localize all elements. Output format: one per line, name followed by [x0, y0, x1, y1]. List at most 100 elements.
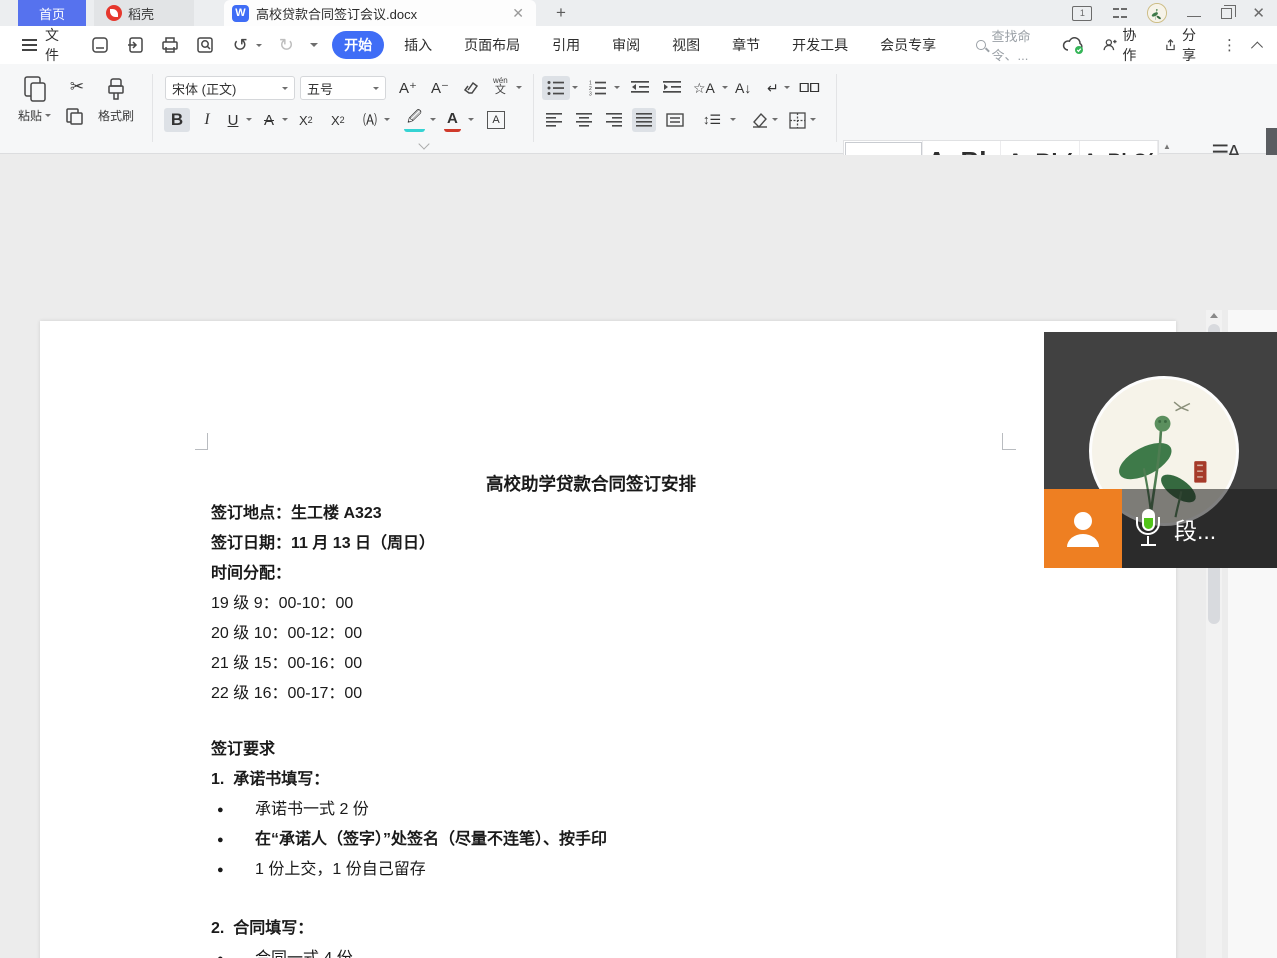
customize-toolbar-icon[interactable]: [310, 43, 318, 47]
line-spacing-dropdown-icon[interactable]: [730, 118, 736, 121]
bullet-icon: ●: [217, 855, 224, 885]
paste-dropdown-icon[interactable]: [45, 114, 51, 117]
borders-icon[interactable]: [786, 108, 809, 132]
align-center-icon[interactable]: [572, 108, 596, 132]
font-size-select[interactable]: 五号: [300, 76, 386, 100]
shading-dropdown-icon[interactable]: [772, 118, 778, 121]
superscript-button[interactable]: X2: [296, 108, 316, 132]
align-left-icon[interactable]: [542, 108, 566, 132]
tab-home[interactable]: 首页: [18, 0, 86, 26]
font-name-select[interactable]: 宋体 (正文): [165, 76, 295, 100]
wrap-line-icon[interactable]: ↵: [764, 76, 782, 100]
video-call-overlay[interactable]: 段...: [1044, 332, 1277, 568]
tab-document[interactable]: W 高校贷款合同签订会议.docx ✕: [224, 0, 536, 26]
new-tab-button[interactable]: +: [550, 2, 572, 24]
borders-dropdown-icon[interactable]: [810, 118, 816, 121]
font-size-value: 五号: [307, 79, 333, 98]
align-right-icon[interactable]: [602, 108, 626, 132]
participant-placeholder-tile[interactable]: [1044, 489, 1122, 568]
menu-tab-章节[interactable]: 章节: [720, 31, 772, 59]
share-button[interactable]: 分享: [1162, 25, 1206, 65]
font-color-dropdown-icon[interactable]: [468, 118, 474, 121]
align-justify-icon[interactable]: [632, 108, 656, 132]
gallery-up-icon[interactable]: ▲: [1163, 142, 1171, 151]
paragraph: 22 级 16：00-17：00: [211, 679, 1011, 709]
menu-tab-开发工具[interactable]: 开发工具: [780, 31, 860, 59]
tab-docer[interactable]: 稻壳: [94, 0, 194, 26]
bullet-list-dropdown-icon[interactable]: [572, 86, 578, 89]
document-content[interactable]: 高校助学贷款合同签订安排签订地点：生工楼 A323签订日期：11 月 13 日（…: [211, 321, 1011, 958]
tab-close-icon[interactable]: ✕: [508, 5, 528, 22]
font-size-dropdown-icon: [373, 87, 379, 90]
font-color-button[interactable]: A: [444, 108, 461, 132]
save-icon[interactable]: [89, 34, 111, 56]
char-scale-icon[interactable]: 🞑🞑: [796, 76, 823, 100]
character-border-button[interactable]: A: [484, 108, 508, 132]
format-painter-button[interactable]: 格式刷: [98, 74, 134, 124]
cut-icon[interactable]: ✂: [64, 76, 90, 98]
highlight-color-button[interactable]: 🖉: [404, 108, 425, 132]
subscript-button[interactable]: X2: [328, 108, 348, 132]
scroll-up-icon[interactable]: [1210, 313, 1218, 318]
menu-tab-引用[interactable]: 引用: [540, 31, 592, 59]
print-preview-icon[interactable]: [194, 34, 216, 56]
menu-tab-视图[interactable]: 视图: [660, 31, 712, 59]
increase-font-icon[interactable]: A⁺: [396, 76, 420, 100]
increase-indent-icon[interactable]: [658, 76, 686, 100]
cloud-sync-button[interactable]: [1062, 35, 1086, 55]
bold-button[interactable]: B: [164, 108, 190, 132]
paragraph: 20 级 10：00-12：00: [211, 619, 1011, 649]
menu-tab-审阅[interactable]: 审阅: [600, 31, 652, 59]
minimize-icon[interactable]: [1187, 16, 1201, 17]
text-direction-icon[interactable]: A↓: [732, 76, 754, 100]
strikethrough-button[interactable]: A: [258, 108, 280, 132]
pinyin-guide-icon[interactable]: wén 文: [490, 74, 511, 98]
clear-format-icon[interactable]: [460, 76, 484, 100]
decrease-font-icon[interactable]: A⁻: [428, 76, 452, 100]
line-spacing-icon[interactable]: ↕☰: [700, 108, 724, 132]
highlight-dropdown-icon[interactable]: [430, 118, 436, 121]
pinyin-dropdown-icon[interactable]: [516, 86, 522, 89]
text-run: 合同一式 4 份: [255, 950, 353, 958]
decrease-indent-icon[interactable]: [626, 76, 654, 100]
redo-icon[interactable]: ↻: [275, 34, 297, 56]
main-menu-icon[interactable]: [22, 39, 37, 51]
search-command[interactable]: 查找命令、...: [976, 26, 1062, 64]
menu-tab-页面布局[interactable]: 页面布局: [452, 31, 532, 59]
underline-dropdown-icon[interactable]: [246, 118, 252, 121]
copy-icon[interactable]: [64, 106, 84, 126]
wrap-line-dropdown-icon[interactable]: [784, 86, 790, 89]
italic-button[interactable]: I: [196, 108, 218, 132]
file-menu[interactable]: 文件: [45, 25, 71, 65]
more-options-icon[interactable]: ⋮: [1222, 36, 1237, 54]
collapse-ribbon-icon[interactable]: [1251, 41, 1263, 53]
tab-view-icon[interactable]: 1: [1072, 6, 1092, 21]
wrap-effects-dropdown-icon[interactable]: [722, 86, 728, 89]
undo-dropdown-icon[interactable]: [256, 44, 262, 47]
wps-writer-icon: W: [232, 5, 249, 22]
collab-button[interactable]: 协作: [1102, 25, 1146, 65]
print-icon[interactable]: [159, 34, 181, 56]
numbered-list-button[interactable]: 123: [584, 76, 612, 100]
export-icon[interactable]: [124, 34, 146, 56]
text-effects-dropdown-icon[interactable]: [384, 118, 390, 121]
underline-button[interactable]: U: [222, 108, 244, 132]
restore-icon[interactable]: [1221, 8, 1232, 19]
document-page[interactable]: 高校助学贷款合同签订安排签订地点：生工楼 A323签订日期：11 月 13 日（…: [40, 321, 1176, 958]
shading-icon[interactable]: [748, 108, 772, 132]
menu-tab-开始[interactable]: 开始: [332, 31, 384, 59]
distribute-icon[interactable]: [662, 108, 688, 132]
menu-tab-插入[interactable]: 插入: [392, 31, 444, 59]
paste-button[interactable]: 粘贴: [18, 74, 51, 124]
strikethrough-dropdown-icon[interactable]: [282, 118, 288, 121]
workspace-grid-icon[interactable]: [1112, 6, 1127, 21]
close-icon[interactable]: ✕: [1252, 4, 1265, 22]
menu-tab-会员专享[interactable]: 会员专享: [868, 31, 948, 59]
text-effects-button[interactable]: 🄐: [360, 108, 380, 132]
account-avatar[interactable]: [1147, 3, 1167, 23]
wrap-effects-icon[interactable]: ☆A: [690, 76, 718, 100]
bullet-list-button[interactable]: [542, 76, 570, 100]
undo-icon[interactable]: ↺: [229, 34, 251, 56]
numbered-list-dropdown-icon[interactable]: [614, 86, 620, 89]
microphone-icon[interactable]: [1136, 509, 1162, 549]
